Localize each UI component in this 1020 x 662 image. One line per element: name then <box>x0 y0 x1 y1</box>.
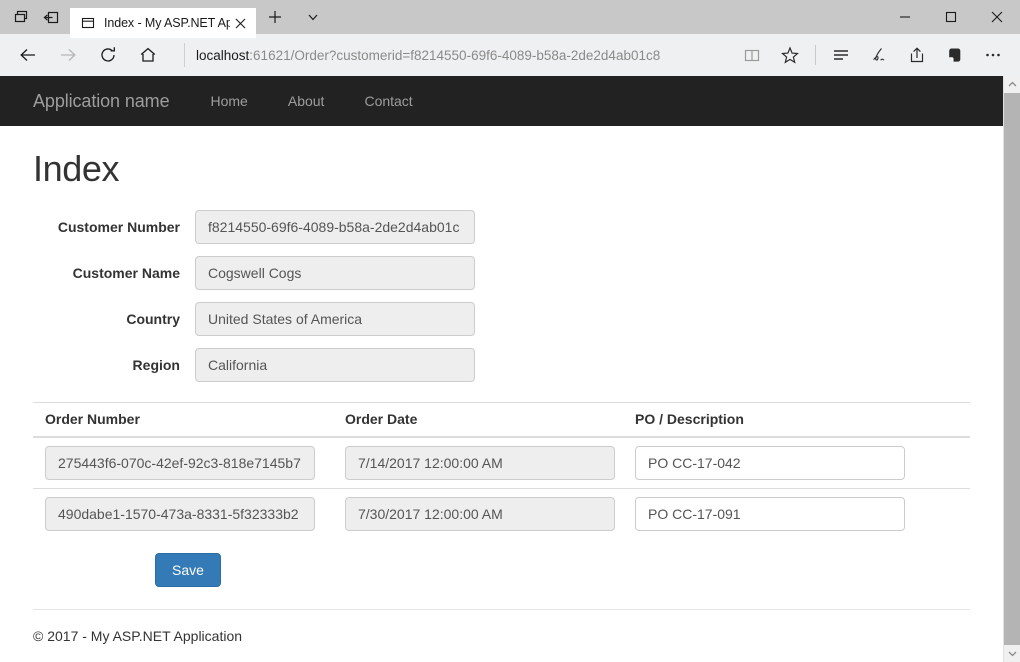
field-row-country: Country United States of America <box>33 302 970 336</box>
label-country: Country <box>126 311 180 327</box>
back-arrow-icon[interactable] <box>8 37 48 73</box>
title-bar: Index - My ASP.NET Ap <box>0 0 1020 38</box>
scroll-up-arrow-icon[interactable] <box>1004 76 1020 93</box>
minimize-icon[interactable] <box>882 0 928 34</box>
column-header-order-number: Order Number <box>33 402 333 438</box>
field-row-region: Region California <box>33 348 970 382</box>
set-tabs-aside-icon[interactable] <box>36 0 66 34</box>
column-header-order-date: Order Date <box>333 402 623 438</box>
home-icon[interactable] <box>128 37 168 73</box>
toolbar-divider <box>815 45 816 65</box>
share-icon[interactable] <box>898 37 936 73</box>
site-navbar: Application name Home About Contact <box>0 76 1003 126</box>
save-button[interactable]: Save <box>155 553 221 587</box>
field-row-customer-name: Customer Name Cogswell Cogs <box>33 256 970 290</box>
maximize-icon[interactable] <box>928 0 974 34</box>
cell-po-description: PO CC-17-042 <box>623 437 970 489</box>
table-row: 490dabe1-1570-473a-8331-5f32333b2 7/30/2… <box>33 488 970 539</box>
close-icon[interactable] <box>974 0 1020 34</box>
titlebar-left-icons <box>0 0 66 34</box>
url-host: localhost <box>196 47 250 63</box>
cell-order-number: 275443f6-070c-42ef-92c3-818e7145b7 <box>33 437 333 489</box>
tab-preview-icon[interactable] <box>6 0 36 34</box>
control-region: California <box>195 348 475 382</box>
toolbar-icons <box>733 37 1012 73</box>
orders-table-head: Order Number Order Date PO / Description <box>33 402 970 438</box>
label-customer-name: Customer Name <box>72 265 180 281</box>
cell-order-date: 7/30/2017 12:00:00 AM <box>333 488 623 539</box>
cell-order-number: 490dabe1-1570-473a-8331-5f32333b2 <box>33 488 333 539</box>
refresh-icon[interactable] <box>88 37 128 73</box>
field-row-customer-number: Customer Number f8214550-69f6-4089-b58a-… <box>33 210 970 244</box>
input-customer-number[interactable]: f8214550-69f6-4089-b58a-2de2d4ab01c <box>195 210 475 244</box>
column-header-po-description: PO / Description <box>623 402 970 438</box>
web-note-pen-icon[interactable] <box>860 37 898 73</box>
browser-window: Index - My ASP.NET Ap localhost:61621/Or… <box>0 0 1020 662</box>
nav-link-contact[interactable]: Contact <box>349 93 427 109</box>
address-bar[interactable]: localhost:61621/Order?customerid=f821455… <box>180 40 727 70</box>
web-page: Application name Home About Contact Inde… <box>0 76 1003 662</box>
cell-po-description: PO CC-17-091 <box>623 488 970 539</box>
scroll-down-arrow-icon[interactable] <box>1004 645 1020 662</box>
browser-toolbar: localhost:61621/Order?customerid=f821455… <box>0 34 1020 76</box>
hub-icon[interactable] <box>822 37 860 73</box>
url-path: :61621/Order?customerid=f8214550-69f6-40… <box>249 47 661 63</box>
input-order-date[interactable]: 7/14/2017 12:00:00 AM <box>345 446 615 480</box>
control-customer-name: Cogswell Cogs <box>195 256 475 290</box>
tab-title: Index - My ASP.NET Ap <box>104 16 230 30</box>
tab-controls <box>256 0 332 34</box>
orders-table: Order Number Order Date PO / Description… <box>33 402 970 539</box>
page-favicon <box>80 15 96 31</box>
window-controls <box>882 0 1020 34</box>
label-customer-number: Customer Number <box>57 219 180 235</box>
orders-section: Order Number Order Date PO / Description… <box>0 402 1003 587</box>
orders-table-body: 275443f6-070c-42ef-92c3-818e7145b7 7/14/… <box>33 437 970 539</box>
save-button-row: Save <box>33 539 970 587</box>
forward-arrow-icon <box>48 37 88 73</box>
cell-order-date: 7/14/2017 12:00:00 AM <box>333 437 623 489</box>
input-customer-name[interactable]: Cogswell Cogs <box>195 256 475 290</box>
nav-link-about[interactable]: About <box>273 93 340 109</box>
more-ellipsis-icon[interactable] <box>974 37 1012 73</box>
favorites-star-icon[interactable] <box>771 37 809 73</box>
label-region: Region <box>132 357 180 373</box>
evernote-extension-icon[interactable] <box>936 37 974 73</box>
input-order-number[interactable]: 490dabe1-1570-473a-8331-5f32333b2 <box>45 497 315 531</box>
control-country: United States of America <box>195 302 475 336</box>
orders-header-row: Order Number Order Date PO / Description <box>33 402 970 438</box>
input-order-date[interactable]: 7/30/2017 12:00:00 AM <box>345 497 615 531</box>
url-text: localhost:61621/Order?customerid=f821455… <box>196 48 660 63</box>
input-region[interactable]: California <box>195 348 475 382</box>
page-footer: © 2017 - My ASP.NET Application <box>33 628 243 644</box>
new-tab-icon[interactable] <box>256 0 294 34</box>
input-po-description[interactable]: PO CC-17-091 <box>635 497 905 531</box>
page-viewport: Application name Home About Contact Inde… <box>0 76 1020 662</box>
page-container: Index Customer Number f8214550-69f6-4089… <box>0 148 1003 382</box>
nav-link-home[interactable]: Home <box>196 93 263 109</box>
browser-tab[interactable]: Index - My ASP.NET Ap <box>70 8 256 38</box>
input-po-description[interactable]: PO CC-17-042 <box>635 446 905 480</box>
page-title: Index <box>33 148 120 189</box>
control-customer-number: f8214550-69f6-4089-b58a-2de2d4ab01c <box>195 210 475 244</box>
scrollbar-thumb[interactable] <box>1003 93 1020 645</box>
page-scrollbar[interactable] <box>1003 76 1020 662</box>
input-order-number[interactable]: 275443f6-070c-42ef-92c3-818e7145b7 <box>45 446 315 480</box>
navbar-brand[interactable]: Application name <box>33 91 170 112</box>
input-country[interactable]: United States of America <box>195 302 475 336</box>
reading-view-icon[interactable] <box>733 37 771 73</box>
close-tab-icon[interactable] <box>230 13 250 33</box>
table-row: 275443f6-070c-42ef-92c3-818e7145b7 7/14/… <box>33 437 970 489</box>
chevron-down-icon[interactable] <box>294 0 332 34</box>
